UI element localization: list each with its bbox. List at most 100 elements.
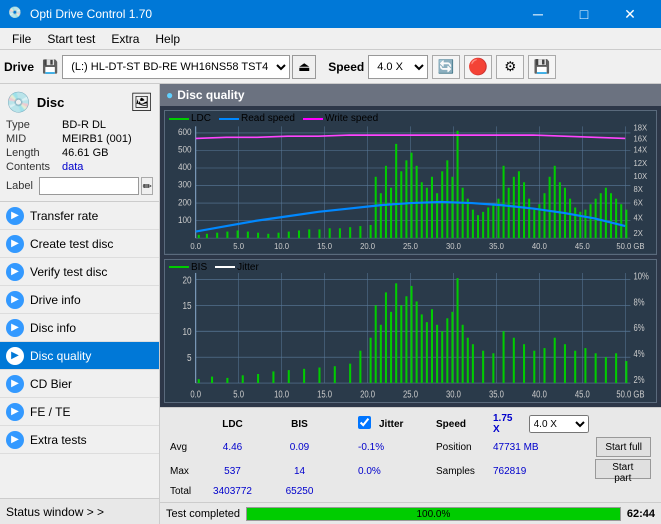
progress-bar: 100.0% (246, 507, 621, 521)
svg-text:10.0: 10.0 (274, 242, 289, 251)
nav-disc-quality[interactable]: ▶ Disc quality (0, 342, 159, 370)
max-label: Max (168, 459, 198, 484)
mid-key: MID (6, 133, 62, 145)
drive-select[interactable]: (L:) HL-DT-ST BD-RE WH16NS58 TST4 (62, 55, 290, 79)
bottom-chart-legend: BIS Jitter (169, 262, 259, 273)
nav-items: ▶ Transfer rate ▶ Create test disc ▶ Ver… (0, 202, 159, 498)
label-key: Label (6, 180, 39, 192)
legend-ldc: LDC (169, 113, 211, 124)
svg-text:15.0: 15.0 (317, 388, 332, 399)
svg-text:10%: 10% (633, 270, 649, 281)
drive-icon: 💾 (42, 59, 58, 75)
start-full-button[interactable]: Start full (596, 437, 651, 457)
menu-help[interactable]: Help (147, 30, 188, 48)
svg-text:8%: 8% (633, 296, 644, 307)
nav-fe-te[interactable]: ▶ FE / TE (0, 398, 159, 426)
legend-write-speed: Write speed (303, 113, 378, 124)
minimize-button[interactable]: ─ (515, 0, 561, 28)
maximize-button[interactable]: □ (561, 0, 607, 28)
svg-text:10: 10 (182, 326, 191, 337)
svg-text:14X: 14X (633, 145, 647, 154)
nav-disc-quality-icon: ▶ (6, 347, 24, 365)
nav-extra-tests[interactable]: ▶ Extra tests (0, 426, 159, 454)
top-chart-legend: LDC Read speed Write speed (169, 113, 378, 124)
svg-text:40.0: 40.0 (532, 242, 547, 251)
window-controls: ─ □ ✕ (515, 0, 653, 28)
svg-text:35.0: 35.0 (489, 242, 504, 251)
legend-write-speed-label: Write speed (325, 113, 378, 124)
close-button[interactable]: ✕ (607, 0, 653, 28)
ldc-total: 3403772 (200, 486, 265, 497)
svg-text:2X: 2X (633, 229, 643, 238)
save-button[interactable]: 💾 (528, 55, 556, 79)
settings-button[interactable]: ⚙ (496, 55, 524, 79)
col-bis-header: BIS (267, 413, 332, 435)
legend-write-speed-color (303, 118, 323, 120)
disc-image-icon: 🖼 (130, 92, 153, 113)
total-label: Total (168, 486, 198, 497)
svg-text:0.0: 0.0 (190, 242, 201, 251)
avg-label: Avg (168, 437, 198, 457)
progress-text: 100.0% (247, 508, 620, 521)
stats-bar: LDC BIS Jitter Speed 1.75 X 4.0 X Avg (160, 407, 661, 502)
label-input[interactable] (39, 177, 139, 195)
bis-max: 14 (267, 459, 332, 484)
bis-total: 65250 (267, 486, 332, 497)
nav-transfer-rate[interactable]: ▶ Transfer rate (0, 202, 159, 230)
svg-text:15: 15 (182, 300, 191, 311)
ldc-max: 537 (200, 459, 265, 484)
svg-text:15.0: 15.0 (317, 242, 332, 251)
jitter-checkbox[interactable] (358, 416, 371, 429)
legend-jitter-color (215, 266, 235, 268)
legend-bis: BIS (169, 262, 207, 273)
speed-value: 1.75 X (491, 413, 523, 435)
nav-drive-info[interactable]: ▶ Drive info (0, 286, 159, 314)
right-panel: ● Disc quality LDC Read speed (160, 84, 661, 524)
svg-text:4%: 4% (633, 348, 644, 359)
ldc-avg: 4.46 (200, 437, 265, 457)
legend-ldc-color (169, 118, 189, 120)
nav-disc-info-icon: ▶ (6, 319, 24, 337)
nav-extra-tests-label: Extra tests (30, 433, 87, 447)
svg-text:400: 400 (178, 162, 192, 172)
app-icon: 💿 (8, 6, 24, 22)
nav-create-test-disc-label: Create test disc (30, 237, 113, 251)
svg-text:40.0: 40.0 (532, 388, 547, 399)
svg-text:50.0 GB: 50.0 GB (616, 388, 644, 399)
disc-section-icon: 💿 (6, 90, 31, 115)
menu-start-test[interactable]: Start test (39, 30, 103, 48)
legend-jitter: Jitter (215, 262, 259, 273)
status-window-button[interactable]: Status window > > (0, 498, 159, 524)
nav-disc-info-label: Disc info (30, 321, 76, 335)
nav-cd-bier[interactable]: ▶ CD Bier (0, 370, 159, 398)
nav-verify-test-disc-label: Verify test disc (30, 265, 107, 279)
start-part-button[interactable]: Start part (595, 459, 651, 479)
label-edit-button[interactable]: ✏ (141, 177, 153, 195)
svg-text:0.0: 0.0 (190, 388, 201, 399)
jitter-label: Jitter (377, 413, 432, 435)
charts-area: LDC Read speed Write speed (160, 106, 661, 407)
svg-text:4X: 4X (633, 213, 643, 222)
svg-text:20.0: 20.0 (360, 388, 375, 399)
svg-text:50.0 GB: 50.0 GB (616, 242, 644, 251)
refresh-button[interactable]: 🔄 (432, 55, 460, 79)
burn-button[interactable]: 🔴 (464, 55, 492, 79)
legend-read-speed-color (219, 118, 239, 120)
samples-val: 762819 (491, 459, 591, 484)
nav-disc-info[interactable]: ▶ Disc info (0, 314, 159, 342)
type-val: BD-R DL (62, 119, 106, 131)
disc-section-label: Disc (37, 95, 64, 110)
jitter-avg: -0.1% (356, 437, 432, 457)
speed-select[interactable]: 4.0 X (368, 55, 428, 79)
eject-button[interactable]: ⏏ (292, 55, 316, 79)
menu-bar: File Start test Extra Help (0, 28, 661, 50)
svg-text:25.0: 25.0 (403, 242, 418, 251)
svg-text:18X: 18X (633, 123, 647, 132)
menu-file[interactable]: File (4, 30, 39, 48)
nav-verify-test-disc[interactable]: ▶ Verify test disc (0, 258, 159, 286)
nav-create-test-disc[interactable]: ▶ Create test disc (0, 230, 159, 258)
nav-disc-quality-label: Disc quality (30, 349, 91, 363)
svg-text:45.0: 45.0 (575, 242, 590, 251)
menu-extra[interactable]: Extra (103, 30, 147, 48)
speed-select-stats[interactable]: 4.0 X (529, 415, 589, 433)
